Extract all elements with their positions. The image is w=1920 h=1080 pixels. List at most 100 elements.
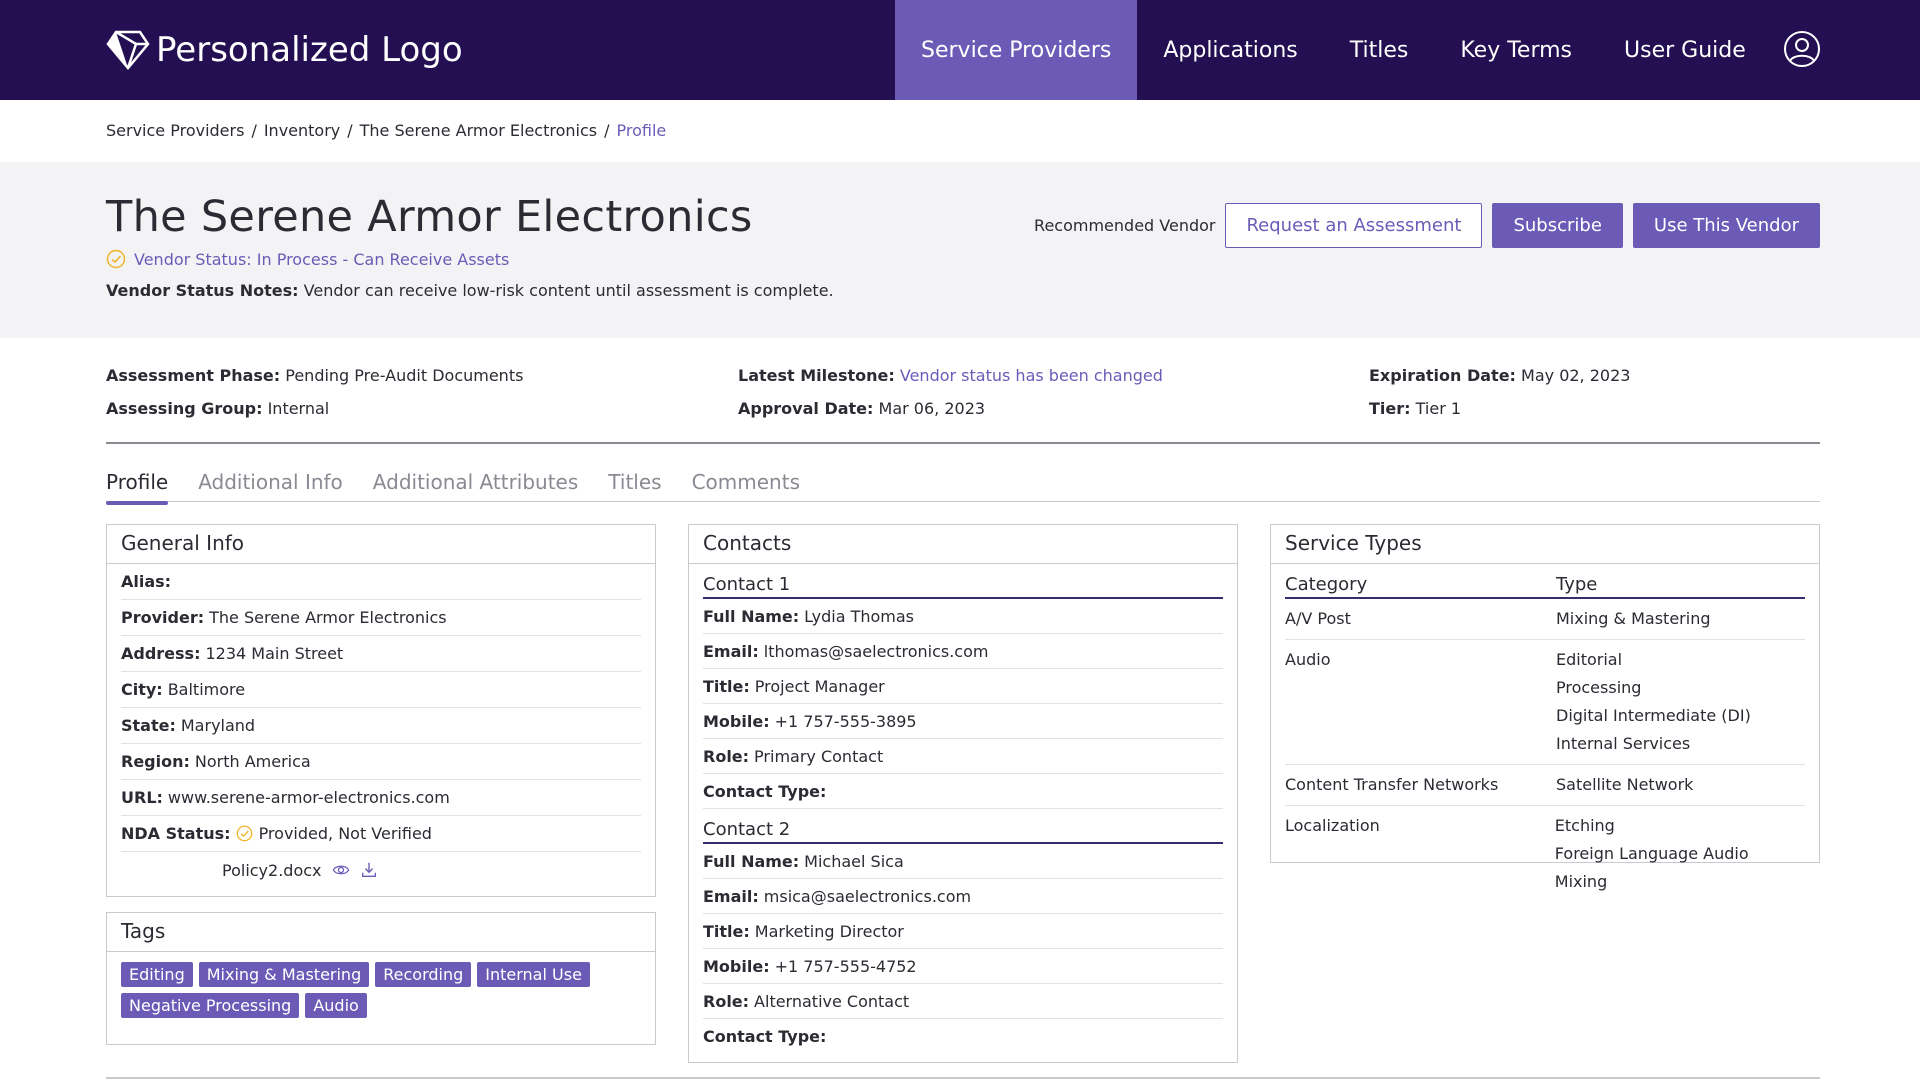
top-nav: Personalized Logo Service Providers Appl… — [0, 0, 1920, 100]
tier-label: Tier: — [1369, 399, 1411, 418]
nav-item-user-guide[interactable]: User Guide — [1598, 0, 1772, 100]
approval-date-label: Approval Date: — [738, 399, 874, 418]
field-address: Address: 1234 Main Street — [121, 636, 641, 672]
nav-item-titles[interactable]: Titles — [1324, 0, 1435, 100]
field-value: Project Manager — [754, 676, 885, 696]
contact-field: Title: Project Manager — [703, 669, 1223, 704]
field-value[interactable]: msica@saelectronics.com — [764, 887, 971, 906]
tab-additional-info[interactable]: Additional Info — [198, 470, 343, 502]
field-value: +1 757-555-4752 — [774, 956, 917, 976]
approval-date-value: Mar 06, 2023 — [878, 399, 986, 418]
breadcrumb-inventory[interactable]: Inventory — [264, 121, 340, 140]
field-label: Title: — [703, 676, 750, 696]
tag-chip[interactable]: Recording — [375, 962, 472, 987]
field-label: Alias: — [121, 572, 172, 591]
breadcrumb-vendor[interactable]: The Serene Armor Electronics — [360, 121, 597, 140]
type-item: Editorial — [1556, 650, 1623, 669]
field-value: The Serene Armor Electronics — [209, 608, 447, 627]
meta-column-3: Expiration Date: May 02, 2023 Tier: Tier… — [1369, 359, 1630, 425]
type-item: Processing — [1556, 678, 1642, 697]
type-item: Satellite Network — [1556, 775, 1694, 794]
tag-chip[interactable]: Audio — [305, 993, 367, 1018]
field-label: Address: — [121, 644, 201, 663]
field-value: Michael Sica — [804, 851, 904, 871]
contact-field: Mobile: +1 757-555-3895 — [703, 704, 1223, 739]
contact-field: Mobile: +1 757-555-4752 — [703, 949, 1223, 984]
type-item: Etching — [1554, 816, 1615, 835]
tags-panel: Tags Editing Mixing & Mastering Recordin… — [106, 912, 656, 1045]
field-label: Contact Type: — [703, 781, 827, 801]
diamond-logo-icon — [106, 30, 150, 70]
nav-item-applications[interactable]: Applications — [1137, 0, 1323, 100]
category-cell: Audio — [1285, 650, 1331, 669]
field-value: 1234 Main Street — [205, 644, 344, 663]
field-value[interactable]: lthomas@saelectronics.com — [764, 642, 989, 661]
check-circle-icon — [236, 825, 252, 842]
type-cell: Satellite Network — [1556, 771, 1693, 799]
column-header-category: Category — [1285, 574, 1368, 595]
vendor-status-text: Vendor Status: In Process - Can Receive … — [134, 249, 510, 269]
type-cell: Mixing & Mastering — [1556, 605, 1711, 633]
field-value: Maryland — [180, 716, 256, 735]
expiration-date-value: May 02, 2023 — [1521, 366, 1631, 385]
contact-field: Role: Alternative Contact — [703, 984, 1223, 1019]
nav-menu: Service Providers Applications Titles Ke… — [895, 0, 1772, 100]
tag-chip[interactable]: Editing — [121, 962, 193, 987]
field-label: NDA Status: — [121, 824, 231, 843]
field-value: Marketing Director — [754, 921, 904, 941]
field-nda-status: NDA Status: Provided, Not Verified — [121, 816, 641, 852]
breadcrumb-service-providers[interactable]: Service Providers — [106, 121, 244, 140]
latest-milestone-label: Latest Milestone: — [738, 366, 895, 385]
use-vendor-button[interactable]: Use This Vendor — [1632, 203, 1820, 248]
field-url: URL: www.serene-armor-electronics.com — [121, 780, 641, 816]
field-label: Role: — [703, 991, 750, 1011]
subscribe-button[interactable]: Subscribe — [1492, 203, 1623, 248]
tab-comments[interactable]: Comments — [692, 470, 800, 502]
logo[interactable]: Personalized Logo — [106, 28, 463, 72]
category-cell: A/V Post — [1285, 609, 1351, 628]
download-icon[interactable] — [360, 861, 378, 879]
tab-profile[interactable]: Profile — [106, 470, 169, 505]
contacts-title: Contacts — [689, 525, 1237, 564]
field-alias: Alias: — [121, 564, 641, 600]
contact-field: Title: Marketing Director — [703, 914, 1223, 949]
field-value: www.serene-armor-electronics.com — [167, 788, 450, 807]
tab-titles[interactable]: Titles — [608, 470, 661, 502]
tab-additional-attributes[interactable]: Additional Attributes — [373, 470, 579, 502]
table-row: Content Transfer Networks Satellite Netw… — [1285, 765, 1805, 806]
field-label: Email: — [703, 886, 759, 906]
expiration-date-label: Expiration Date: — [1369, 366, 1516, 385]
request-assessment-button[interactable]: Request an Assessment — [1225, 203, 1483, 248]
tag-chip[interactable]: Internal Use — [477, 962, 590, 987]
status-notes-label: Vendor Status Notes: — [106, 281, 299, 300]
contact-2-heading: Contact 2 — [703, 809, 1223, 844]
breadcrumb-profile: Profile — [616, 121, 667, 140]
contact-field: Contact Type: — [703, 774, 1223, 809]
tier-value: Tier 1 — [1415, 399, 1462, 418]
breadcrumb: Service Providers / Inventory / The Sere… — [106, 121, 666, 140]
meta-column-1: Assessment Phase: Pending Pre-Audit Docu… — [106, 359, 523, 425]
eye-icon[interactable] — [332, 861, 350, 879]
field-city: City: Baltimore — [121, 672, 641, 708]
type-cell: Etching Foreign Language Audio Mixing — [1555, 812, 1805, 896]
header-actions: Recommended Vendor Request an Assessment… — [1034, 203, 1820, 248]
field-label: Contact Type: — [703, 1027, 827, 1046]
field-value: North America — [194, 752, 311, 771]
field-label: Mobile: — [703, 956, 770, 976]
type-item: Mixing & Mastering — [1556, 609, 1711, 628]
tag-chip[interactable]: Mixing & Mastering — [198, 962, 370, 987]
contact-field: Full Name: Lydia Thomas — [703, 599, 1223, 634]
latest-milestone-link[interactable]: Vendor status has been changed — [900, 366, 1163, 385]
service-types-header: Category Type — [1285, 564, 1805, 599]
tag-chip[interactable]: Negative Processing — [121, 993, 300, 1018]
field-label: Provider: — [121, 608, 205, 627]
breadcrumb-separator: / — [604, 121, 610, 140]
assessment-phase-label: Assessment Phase: — [106, 366, 281, 385]
nav-item-service-providers[interactable]: Service Providers — [895, 0, 1138, 100]
contact-field: Email: msica@saelectronics.com — [703, 879, 1223, 914]
user-circle-icon[interactable] — [1783, 30, 1821, 68]
nav-item-key-terms[interactable]: Key Terms — [1434, 0, 1598, 100]
recommended-vendor-label: Recommended Vendor — [1034, 216, 1216, 235]
tags-list: Editing Mixing & Mastering Recording Int… — [107, 952, 655, 1028]
assessing-group-value: Internal — [267, 399, 330, 418]
